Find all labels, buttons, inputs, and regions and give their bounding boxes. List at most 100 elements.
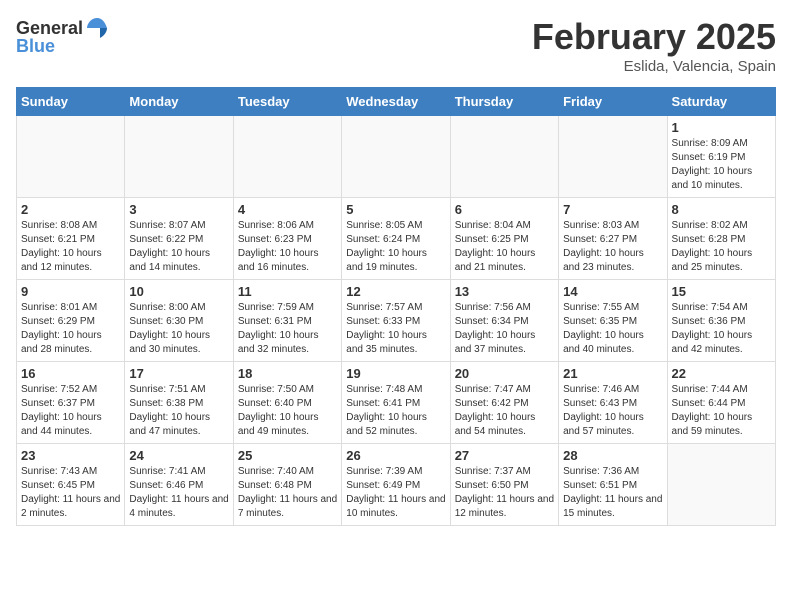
- calendar-week-row: 16 Sunrise: 7:52 AM Sunset: 6:37 PM Dayli…: [17, 362, 776, 444]
- day-number: 24: [129, 448, 228, 463]
- weekday-header-row: Sunday Monday Tuesday Wednesday Thursday…: [17, 88, 776, 116]
- day-number: 19: [346, 366, 445, 381]
- day-number: 23: [21, 448, 120, 463]
- day-number: 10: [129, 284, 228, 299]
- table-row: [17, 116, 125, 198]
- table-row: 20Sunrise: 7:47 AM Sunset: 6:42 PM Dayli…: [450, 362, 558, 444]
- day-info: Sunrise: 7:50 AM Sunset: 6:40 PM Dayligh…: [238, 383, 337, 439]
- table-row: 24 Sunrise: 7:41 AM Sunset: 6:46 PM Dayli…: [125, 444, 233, 526]
- day-number: 11: [238, 284, 337, 299]
- day-info: Sunrise: 8:07 AM Sunset: 6:22 PM Dayligh…: [129, 219, 228, 275]
- day-info: Sunrise: 7:52 AM Sunset: 6:37 PM Dayligh…: [21, 383, 120, 439]
- day-number: 20: [455, 366, 554, 381]
- table-row: 28Sunrise: 7:36 AM Sunset: 6:51 PM Dayli…: [559, 444, 667, 526]
- day-info: Sunrise: 8:04 AM Sunset: 6:25 PM Dayligh…: [455, 219, 554, 275]
- day-info: Sunrise: 8:06 AM Sunset: 6:23 PM Dayligh…: [238, 219, 337, 275]
- table-row: 12 Sunrise: 7:57 AM Sunset: 6:33 PM Dayli…: [342, 280, 450, 362]
- day-info: Sunrise: 8:01 AM Sunset: 6:29 PM Dayligh…: [21, 301, 120, 357]
- day-info: Sunrise: 7:55 AM Sunset: 6:35 PM Dayligh…: [563, 301, 662, 357]
- day-info: Sunrise: 7:39 AM Sunset: 6:49 PM Dayligh…: [346, 465, 445, 521]
- table-row: 22 Sunrise: 7:44 AM Sunset: 6:44 PM Dayli…: [667, 362, 775, 444]
- day-info: Sunrise: 7:41 AM Sunset: 6:46 PM Dayligh…: [129, 465, 228, 521]
- day-number: 21: [563, 366, 662, 381]
- month-title: February 2025: [532, 16, 776, 58]
- day-number: 9: [21, 284, 120, 299]
- logo: General Blue: [16, 16, 109, 57]
- table-row: 6 Sunrise: 8:04 AM Sunset: 6:25 PM Daylig…: [450, 198, 558, 280]
- day-number: 6: [455, 202, 554, 217]
- day-number: 25: [238, 448, 337, 463]
- day-number: 14: [563, 284, 662, 299]
- day-info: Sunrise: 8:08 AM Sunset: 6:21 PM Dayligh…: [21, 219, 120, 275]
- day-number: 28: [563, 448, 662, 463]
- day-info: Sunrise: 7:44 AM Sunset: 6:44 PM Dayligh…: [672, 383, 771, 439]
- table-row: 17 Sunrise: 7:51 AM Sunset: 6:38 PM Dayli…: [125, 362, 233, 444]
- table-row: [450, 116, 558, 198]
- header-tuesday: Tuesday: [233, 88, 341, 116]
- day-info: Sunrise: 7:37 AM Sunset: 6:50 PM Dayligh…: [455, 465, 554, 521]
- table-row: [342, 116, 450, 198]
- day-info: Sunrise: 7:57 AM Sunset: 6:33 PM Dayligh…: [346, 301, 445, 357]
- table-row: 25 Sunrise: 7:40 AM Sunset: 6:48 PM Dayli…: [233, 444, 341, 526]
- table-row: 7Sunrise: 8:03 AM Sunset: 6:27 PM Daylig…: [559, 198, 667, 280]
- day-number: 8: [672, 202, 771, 217]
- header-monday: Monday: [125, 88, 233, 116]
- day-info: Sunrise: 7:48 AM Sunset: 6:41 PM Dayligh…: [346, 383, 445, 439]
- day-info: Sunrise: 8:02 AM Sunset: 6:28 PM Dayligh…: [672, 219, 771, 275]
- header-thursday: Thursday: [450, 88, 558, 116]
- calendar-week-row: 9 Sunrise: 8:01 AM Sunset: 6:29 PM Daylig…: [17, 280, 776, 362]
- day-number: 2: [21, 202, 120, 217]
- table-row: [125, 116, 233, 198]
- day-number: 5: [346, 202, 445, 217]
- logo-icon: [85, 16, 109, 40]
- day-info: Sunrise: 8:05 AM Sunset: 6:24 PM Dayligh…: [346, 219, 445, 275]
- day-number: 16: [21, 366, 120, 381]
- table-row: 27Sunrise: 7:37 AM Sunset: 6:50 PM Dayli…: [450, 444, 558, 526]
- table-row: [233, 116, 341, 198]
- table-row: 19 Sunrise: 7:48 AM Sunset: 6:41 PM Dayli…: [342, 362, 450, 444]
- header-wednesday: Wednesday: [342, 88, 450, 116]
- table-row: 2 Sunrise: 8:08 AM Sunset: 6:21 PM Daylig…: [17, 198, 125, 280]
- table-row: 13Sunrise: 7:56 AM Sunset: 6:34 PM Dayli…: [450, 280, 558, 362]
- day-number: 22: [672, 366, 771, 381]
- table-row: 26 Sunrise: 7:39 AM Sunset: 6:49 PM Dayli…: [342, 444, 450, 526]
- table-row: 16 Sunrise: 7:52 AM Sunset: 6:37 PM Dayli…: [17, 362, 125, 444]
- day-info: Sunrise: 7:40 AM Sunset: 6:48 PM Dayligh…: [238, 465, 337, 521]
- day-number: 12: [346, 284, 445, 299]
- table-row: 8 Sunrise: 8:02 AM Sunset: 6:28 PM Daylig…: [667, 198, 775, 280]
- day-info: Sunrise: 7:43 AM Sunset: 6:45 PM Dayligh…: [21, 465, 120, 521]
- location: Eslida, Valencia, Spain: [532, 58, 776, 75]
- day-number: 18: [238, 366, 337, 381]
- calendar-week-row: 23 Sunrise: 7:43 AM Sunset: 6:45 PM Dayli…: [17, 444, 776, 526]
- table-row: [667, 444, 775, 526]
- table-row: 11 Sunrise: 7:59 AM Sunset: 6:31 PM Dayli…: [233, 280, 341, 362]
- table-row: 18 Sunrise: 7:50 AM Sunset: 6:40 PM Dayli…: [233, 362, 341, 444]
- calendar-week-row: 1Sunrise: 8:09 AM Sunset: 6:19 PM Daylig…: [17, 116, 776, 198]
- day-info: Sunrise: 8:00 AM Sunset: 6:30 PM Dayligh…: [129, 301, 228, 357]
- table-row: 10 Sunrise: 8:00 AM Sunset: 6:30 PM Dayli…: [125, 280, 233, 362]
- table-row: 5 Sunrise: 8:05 AM Sunset: 6:24 PM Daylig…: [342, 198, 450, 280]
- table-row: 1Sunrise: 8:09 AM Sunset: 6:19 PM Daylig…: [667, 116, 775, 198]
- table-row: 15Sunrise: 7:54 AM Sunset: 6:36 PM Dayli…: [667, 280, 775, 362]
- day-number: 4: [238, 202, 337, 217]
- page-header: General Blue February 2025 Eslida, Valen…: [16, 16, 776, 75]
- table-row: 14 Sunrise: 7:55 AM Sunset: 6:35 PM Dayli…: [559, 280, 667, 362]
- day-info: Sunrise: 7:51 AM Sunset: 6:38 PM Dayligh…: [129, 383, 228, 439]
- day-info: Sunrise: 7:56 AM Sunset: 6:34 PM Dayligh…: [455, 301, 554, 357]
- day-number: 17: [129, 366, 228, 381]
- header-friday: Friday: [559, 88, 667, 116]
- header-saturday: Saturday: [667, 88, 775, 116]
- day-info: Sunrise: 7:54 AM Sunset: 6:36 PM Dayligh…: [672, 301, 771, 357]
- day-number: 1: [672, 120, 771, 135]
- table-row: 3 Sunrise: 8:07 AM Sunset: 6:22 PM Daylig…: [125, 198, 233, 280]
- day-info: Sunrise: 7:46 AM Sunset: 6:43 PM Dayligh…: [563, 383, 662, 439]
- day-number: 26: [346, 448, 445, 463]
- day-number: 3: [129, 202, 228, 217]
- table-row: [559, 116, 667, 198]
- logo-blue: Blue: [16, 36, 55, 57]
- day-info: Sunrise: 7:59 AM Sunset: 6:31 PM Dayligh…: [238, 301, 337, 357]
- table-row: 23 Sunrise: 7:43 AM Sunset: 6:45 PM Dayli…: [17, 444, 125, 526]
- day-number: 7: [563, 202, 662, 217]
- title-section: February 2025 Eslida, Valencia, Spain: [532, 16, 776, 75]
- table-row: 21 Sunrise: 7:46 AM Sunset: 6:43 PM Dayli…: [559, 362, 667, 444]
